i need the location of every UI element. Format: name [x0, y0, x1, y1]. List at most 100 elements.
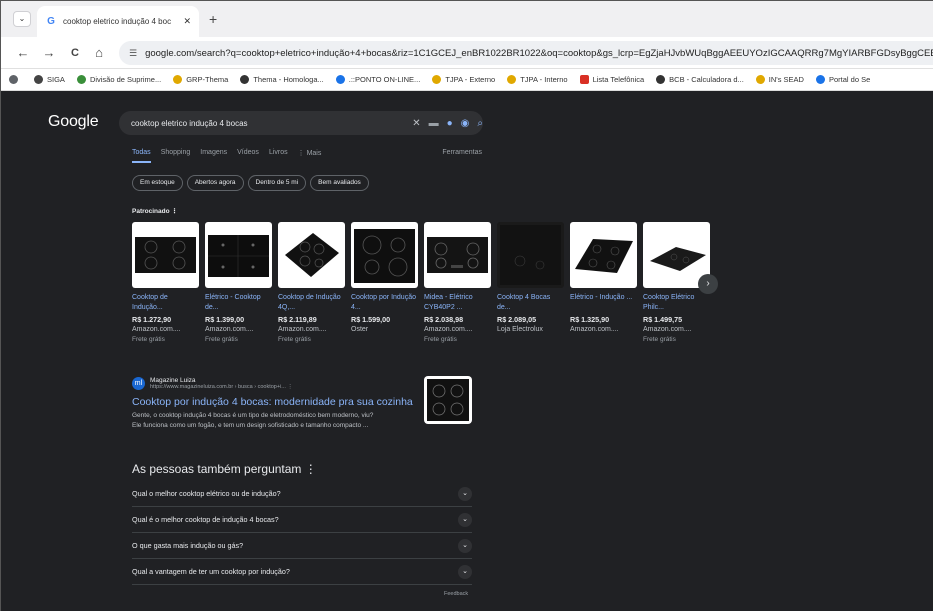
product-card[interactable]: Elétrico - Cooktop de... R$ 1.399,00 Ama…: [205, 222, 272, 345]
tab-search-button[interactable]: ⌄: [13, 11, 31, 27]
grp-icon: [173, 75, 183, 84]
product-price: R$ 2.038,98: [424, 315, 464, 324]
back-button[interactable]: ←: [15, 45, 31, 61]
navigation-bar: ← → C ⌂ ☰ google.com/search?q=cooktop+el…: [1, 37, 933, 69]
chip-in-stock[interactable]: Em estoque: [132, 175, 183, 191]
camera-lens-icon[interactable]: ◉: [461, 118, 470, 129]
feedback-link[interactable]: Feedback: [444, 591, 468, 597]
product-title[interactable]: Elétrico - Cooktop de...: [205, 293, 272, 313]
keyboard-icon[interactable]: ▬: [429, 118, 439, 129]
new-tab-button[interactable]: +: [209, 11, 217, 27]
product-price: R$ 1.499,75: [643, 315, 683, 324]
chevron-down-icon[interactable]: ⌄: [458, 538, 472, 553]
product-title[interactable]: Elétrico - Indução ...: [570, 293, 637, 313]
search-icon[interactable]: ⌕: [477, 118, 483, 129]
paa-question[interactable]: Qual o melhor cooktop elétrico ou de ind…: [132, 481, 472, 507]
bookmark-item[interactable]: Lista Telefônica: [579, 75, 644, 84]
reload-button[interactable]: C: [67, 45, 83, 61]
product-card[interactable]: Cooktop por Indução 4... R$ 1.599,00 Ost…: [351, 222, 418, 345]
close-tab-icon[interactable]: ✕: [183, 16, 191, 27]
home-button[interactable]: ⌂: [91, 45, 107, 61]
product-image[interactable]: [351, 222, 418, 288]
product-card[interactable]: Cooktop de Indução... R$ 1.272,90 Amazon…: [132, 222, 199, 345]
site-info-icon[interactable]: ☰: [129, 48, 137, 59]
product-price: R$ 2.089,05: [497, 315, 537, 324]
result-thumbnail[interactable]: [424, 376, 472, 424]
address-bar[interactable]: ☰ google.com/search?q=cooktop+eletrico+i…: [119, 41, 933, 65]
bookmark-item[interactable]: Portal do Se: [815, 75, 870, 84]
product-title[interactable]: Cooktop por Indução 4...: [351, 293, 418, 313]
product-shipping: Frete grátis: [205, 336, 238, 343]
product-image[interactable]: [278, 222, 345, 288]
product-title[interactable]: Midea - Elétrico CYB40P2 ...: [424, 293, 491, 313]
bookmark-item[interactable]: GRP-Thema: [173, 75, 228, 84]
search-tabs: Todas Shopping Imagens Vídeos Livros ⋮ M…: [132, 149, 482, 163]
tab-books[interactable]: Livros: [269, 149, 288, 163]
chip-within-5mi[interactable]: Dentro de 5 mi: [247, 175, 307, 191]
bookmark-item[interactable]: [9, 75, 22, 84]
product-image[interactable]: [205, 222, 272, 288]
product-image[interactable]: [497, 222, 564, 288]
product-price: R$ 1.399,00: [205, 315, 245, 324]
sponsored-label: Patrocinado ⋮: [132, 208, 178, 215]
tab-images[interactable]: Imagens: [200, 149, 227, 163]
paa-question[interactable]: Qual a vantagem de ter um cooktop por in…: [132, 559, 472, 585]
bookmark-item[interactable]: .::PONTO ON-LINE...: [335, 75, 420, 84]
result-title-link[interactable]: Cooktop por indução 4 bocas: modernidade…: [132, 396, 422, 408]
product-image[interactable]: [570, 222, 637, 288]
tab-more[interactable]: ⋮ Mais: [298, 149, 322, 163]
product-shipping: Frete grátis: [132, 336, 165, 343]
result-source[interactable]: ml Magazine Luiza https://www.magazinelu…: [132, 377, 422, 390]
tab-all[interactable]: Todas: [132, 149, 151, 163]
product-store: Amazon.com....: [424, 326, 473, 333]
product-card[interactable]: Cooktop de Indução 4Q,... R$ 2.119,89 Am…: [278, 222, 345, 345]
product-title[interactable]: Cooktop de Indução...: [132, 293, 199, 313]
carousel-next-button[interactable]: ›: [698, 274, 718, 294]
search-result: ml Magazine Luiza https://www.magazinelu…: [132, 377, 422, 431]
chip-well-rated[interactable]: Bem avaliados: [310, 175, 369, 191]
bookmark-item[interactable]: BCB - Calculadora d...: [656, 75, 744, 84]
tab-videos[interactable]: Vídeos: [237, 149, 259, 163]
filter-chips: Em estoque Abertos agora Dentro de 5 mi …: [132, 175, 373, 191]
bookmark-item[interactable]: Divisão de Suprime...: [76, 75, 161, 84]
bookmark-item[interactable]: SIGA: [34, 75, 65, 84]
product-title[interactable]: Cooktop Elétrico Philc...: [643, 293, 710, 313]
search-query[interactable]: cooktop eletrico indução 4 bocas: [131, 119, 404, 128]
search-results-page: Google cooktop eletrico indução 4 bocas …: [1, 91, 933, 611]
tjpa-icon: [755, 75, 765, 84]
bookmark-item[interactable]: TJPA - Externo: [432, 75, 495, 84]
browser-tab[interactable]: G cooktop eletrico indução 4 boc ✕: [37, 6, 199, 37]
chevron-down-icon[interactable]: ⌄: [458, 512, 472, 527]
product-store: Loja Electrolux: [497, 326, 543, 333]
product-image[interactable]: [132, 222, 199, 288]
chevron-down-icon[interactable]: ⌄: [458, 564, 472, 579]
bookmarks-bar: SIGA Divisão de Suprime... GRP-Thema The…: [1, 69, 933, 91]
product-image[interactable]: [424, 222, 491, 288]
bookmark-item[interactable]: TJPA - Interno: [507, 75, 568, 84]
forward-button[interactable]: →: [41, 45, 57, 61]
chip-open-now[interactable]: Abertos agora: [186, 175, 244, 191]
bookmark-item[interactable]: Thema - Homologa...: [240, 75, 324, 84]
product-title[interactable]: Cooktop 4 Bocas de...: [497, 293, 564, 313]
product-shipping: Frete grátis: [278, 336, 311, 343]
product-title[interactable]: Cooktop de Indução 4Q,...: [278, 293, 345, 313]
siga-icon: [34, 75, 43, 84]
site-url: https://www.magazineluiza.com.br › busca…: [150, 384, 293, 390]
google-logo[interactable]: Google: [48, 113, 99, 131]
search-input[interactable]: cooktop eletrico indução 4 bocas ✕ ▬ ● ◉…: [119, 111, 483, 135]
product-store: Oster: [351, 326, 369, 333]
microphone-icon[interactable]: ●: [447, 118, 453, 129]
paa-question[interactable]: Qual é o melhor cooktop de indução 4 boc…: [132, 507, 472, 533]
tools-button[interactable]: Ferramentas: [442, 149, 482, 156]
product-price: R$ 1.599,00: [351, 315, 391, 324]
product-card[interactable]: Cooktop 4 Bocas de... R$ 2.089,05 Loja E…: [497, 222, 564, 345]
tab-shopping[interactable]: Shopping: [161, 149, 191, 163]
chevron-down-icon[interactable]: ⌄: [458, 486, 472, 501]
bookmark-item[interactable]: IN's SEAD: [755, 75, 804, 84]
paa-question[interactable]: O que gasta mais indução ou gás? ⌄: [132, 533, 472, 559]
product-card[interactable]: Elétrico - Indução ... R$ 1.325,90 Amazo…: [570, 222, 637, 345]
clear-icon[interactable]: ✕: [412, 118, 420, 129]
product-card[interactable]: Midea - Elétrico CYB40P2 ... R$ 2.038,98…: [424, 222, 491, 345]
product-store: Amazon.com....: [643, 326, 692, 333]
leaf-icon: [76, 75, 86, 84]
